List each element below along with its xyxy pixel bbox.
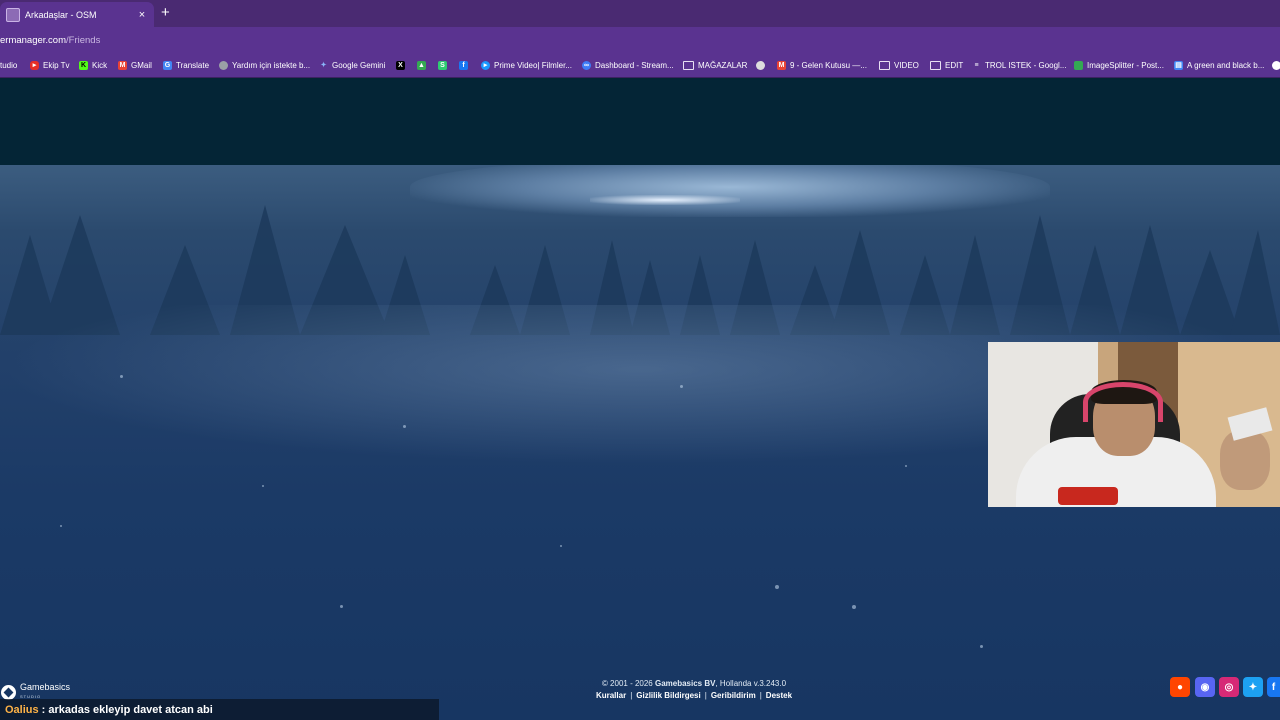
more-icon — [1272, 60, 1280, 70]
footer-link-privacy[interactable]: Gizlilik Bildirgesi — [636, 691, 700, 700]
folder-icon — [683, 60, 694, 70]
gmail-icon: M — [777, 60, 786, 70]
headset-icon — [1083, 382, 1163, 422]
facebook-icon[interactable]: f — [1267, 677, 1280, 697]
snowflake — [560, 545, 562, 547]
x-icon: X — [396, 60, 405, 70]
facebook-icon: f — [459, 60, 468, 70]
prime-icon: ▸ — [481, 60, 490, 70]
bookmark-ball[interactable] — [756, 58, 769, 72]
bookmark-gemini[interactable]: ✦ Google Gemini — [319, 58, 386, 72]
bookmark-gelen-kutusu[interactable]: M9 - Gelen Kutusu —... — [777, 58, 867, 72]
snowflake — [852, 605, 856, 609]
bookmark-studio[interactable]: tudio — [0, 58, 17, 72]
osm-favicon-icon — [6, 7, 20, 22]
folder-icon — [879, 60, 890, 70]
folder-icon — [930, 60, 941, 70]
splitter-icon — [1074, 60, 1083, 70]
bookmark-folder-video[interactable]: VIDEO — [879, 58, 919, 72]
stream-chat-message: Oalius : arkadas ekleyip davet atcan abi — [0, 699, 439, 720]
discord-icon[interactable]: ◉ — [1195, 677, 1215, 697]
snowflake — [980, 645, 983, 648]
snowflake — [775, 585, 779, 589]
bookmark-dashboard[interactable]: ∞ Dashboard - Stream... — [582, 58, 674, 72]
green-app-icon: S — [438, 60, 447, 70]
bookmark-green-app[interactable]: S — [438, 58, 451, 72]
snowflake — [340, 605, 343, 608]
footer-copyright: © 2001 - 2026 Gamebasics BV, Hollanda v.… — [601, 679, 787, 688]
bookmark-kick[interactable]: K Kick — [79, 58, 107, 72]
list-icon: ≡ — [974, 61, 979, 69]
tab-strip: Arkadaşlar - OSM × + — [0, 0, 1280, 27]
bookmark-prime-video[interactable]: ▸ Prime Video| Filmler... — [481, 58, 572, 72]
translate-icon: G — [163, 60, 172, 70]
microphone-icon — [1058, 487, 1118, 505]
footer-link-support[interactable]: Destek — [766, 691, 792, 700]
kick-icon: K — [79, 60, 88, 70]
ball-icon — [756, 60, 765, 70]
page-header-bar — [0, 78, 1280, 165]
gemini-icon: ✦ — [320, 61, 327, 69]
close-tab-icon[interactable]: × — [136, 9, 148, 21]
bookmark-folder-magazalar[interactable]: MAĞAZALAR — [683, 58, 747, 72]
gamebasics-logo-icon — [1, 684, 16, 700]
snowflake — [60, 525, 62, 527]
gmail-icon: M — [118, 60, 127, 70]
bookmark-ekip-tv[interactable]: ▸ Ekip Tv — [30, 58, 70, 72]
url-host: ermanager.com — [0, 35, 67, 46]
snowflake — [680, 385, 683, 388]
footer-link-rules[interactable]: Kurallar — [596, 691, 626, 700]
globe-icon — [219, 60, 228, 70]
browser-tab[interactable]: Arkadaşlar - OSM × — [0, 2, 154, 27]
bookmark-imagesplitter[interactable]: ImageSplitter - Post... — [1074, 58, 1164, 72]
address-bar[interactable]: ermanager.com/Friends — [0, 27, 1280, 53]
bookmark-facebook[interactable]: f — [459, 58, 472, 72]
webcam-overlay — [988, 342, 1280, 507]
bookmark-translate[interactable]: G Translate — [163, 58, 209, 72]
dashboard-icon: ∞ — [582, 60, 591, 70]
bookmark-overflow[interactable] — [1272, 58, 1280, 72]
doc-icon: ▤ — [1174, 60, 1183, 70]
chat-username: Oalius — [5, 703, 39, 716]
snowflake — [120, 375, 123, 378]
play-icon: ▸ — [30, 60, 39, 70]
bookmark-green-black[interactable]: ▤ A green and black b... — [1174, 58, 1264, 72]
bookmark-drive[interactable]: ▲ — [417, 58, 430, 72]
snowflake — [905, 465, 907, 467]
chat-message-text: : arkadas ekleyip davet atcan abi — [41, 703, 213, 716]
bookmark-folder-edit[interactable]: EDIT — [930, 58, 963, 72]
reddit-icon[interactable]: ● — [1170, 677, 1190, 697]
bookmarks-bar: tudio ▸ Ekip Tv K Kick M GMail G Translate Y… — [0, 53, 1280, 78]
footer-links: Kurallar | Gizlilik Bildirgesi | Geribildiri… — [595, 691, 793, 700]
webcam-hand — [1220, 430, 1270, 490]
bookmark-gmail[interactable]: M GMail — [118, 58, 152, 72]
snowflake — [262, 485, 264, 487]
bookmark-trol-istek[interactable]: ≡ TROL ISTEK - Googl... — [972, 58, 1066, 72]
bookmark-yardim[interactable]: Yardım için istekte b... — [219, 58, 310, 72]
new-tab-button[interactable]: + — [161, 4, 170, 22]
footer-link-feedback[interactable]: Geribildirim — [711, 691, 756, 700]
drive-icon: ▲ — [417, 60, 426, 70]
bookmark-x[interactable]: X — [396, 58, 409, 72]
url-text[interactable]: ermanager.com/Friends — [0, 35, 100, 46]
url-path: /Friends — [66, 35, 101, 46]
snowflake — [403, 425, 406, 428]
twitter-icon[interactable]: ✦ — [1243, 677, 1263, 697]
tab-title: Arkadaşlar - OSM — [25, 9, 97, 20]
instagram-icon[interactable]: ◎ — [1219, 677, 1239, 697]
